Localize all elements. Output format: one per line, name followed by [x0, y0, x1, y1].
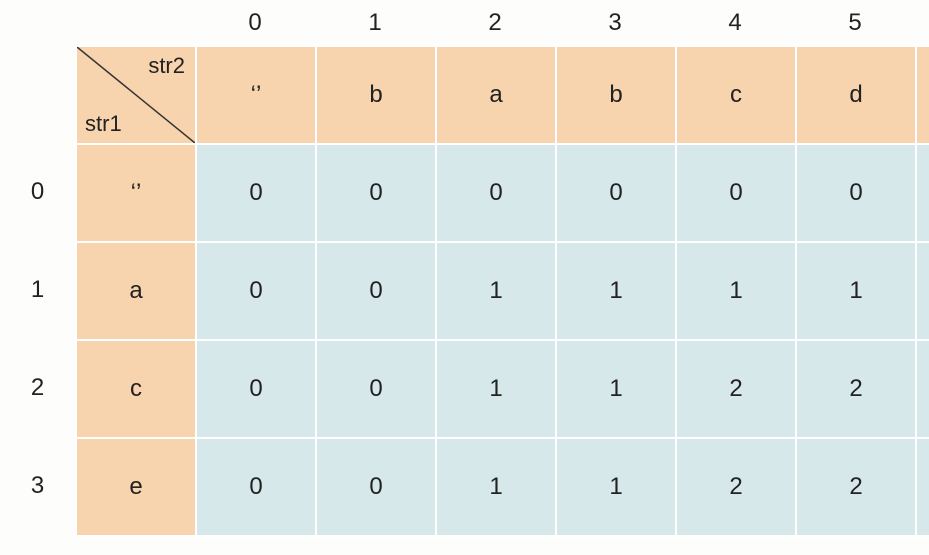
cell: 0: [436, 144, 556, 242]
col-header: b: [316, 46, 436, 144]
corner-label-bottom: str1: [85, 111, 122, 137]
table-row: ‘’ 0 0 0 0 0 0 0: [76, 144, 929, 242]
col-index: 2: [435, 0, 555, 45]
row-index: 2: [0, 339, 75, 437]
table-row: e 0 0 1 1 2 2 3: [76, 438, 929, 536]
cell: 0: [916, 144, 929, 242]
cell: 0: [196, 340, 316, 438]
cell: 1: [556, 340, 676, 438]
cell: 0: [196, 144, 316, 242]
dp-table-diagram: 0 1 2 3 4 5 6 0 1 2 3 str2 str1 ‘’ b a b…: [0, 0, 929, 555]
corner-cell: str2 str1: [76, 46, 196, 144]
cell: 1: [436, 242, 556, 340]
cell: 2: [796, 438, 916, 536]
cell: 0: [196, 438, 316, 536]
col-header: ‘’: [196, 46, 316, 144]
cell: 1: [556, 438, 676, 536]
cell: 2: [676, 438, 796, 536]
cell: 1: [556, 242, 676, 340]
cell: 2: [676, 340, 796, 438]
cell: 2: [916, 340, 929, 438]
column-index-row: 0 1 2 3 4 5 6: [195, 0, 929, 45]
cell: 3: [916, 438, 929, 536]
cell: 0: [796, 144, 916, 242]
cell: 0: [676, 144, 796, 242]
row-header: a: [76, 242, 196, 340]
header-row: str2 str1 ‘’ b a b c d e: [76, 46, 929, 144]
col-index: 0: [195, 0, 315, 45]
cell: 1: [436, 438, 556, 536]
row-index: 1: [0, 241, 75, 339]
dp-table: str2 str1 ‘’ b a b c d e ‘’ 0 0 0 0 0 0 …: [75, 45, 929, 537]
col-index: 4: [675, 0, 795, 45]
cell: 0: [316, 438, 436, 536]
col-header: b: [556, 46, 676, 144]
col-header: e: [916, 46, 929, 144]
table-row: c 0 0 1 1 2 2 2: [76, 340, 929, 438]
cell: 1: [916, 242, 929, 340]
cell: 0: [316, 144, 436, 242]
corner-label-top: str2: [148, 53, 185, 79]
row-header: ‘’: [76, 144, 196, 242]
row-index: 0: [0, 143, 75, 241]
row-index-column: 0 1 2 3: [0, 143, 75, 535]
cell: 0: [556, 144, 676, 242]
cell: 0: [196, 242, 316, 340]
cell: 0: [316, 340, 436, 438]
row-header: e: [76, 438, 196, 536]
col-index: 3: [555, 0, 675, 45]
cell: 0: [316, 242, 436, 340]
cell: 1: [796, 242, 916, 340]
row-header: c: [76, 340, 196, 438]
col-header: d: [796, 46, 916, 144]
cell: 1: [676, 242, 796, 340]
col-header: c: [676, 46, 796, 144]
col-index: 5: [795, 0, 915, 45]
row-index: 3: [0, 437, 75, 535]
cell: 1: [436, 340, 556, 438]
table-row: a 0 0 1 1 1 1 1: [76, 242, 929, 340]
col-index: 6: [915, 0, 929, 45]
col-index: 1: [315, 0, 435, 45]
cell: 2: [796, 340, 916, 438]
col-header: a: [436, 46, 556, 144]
